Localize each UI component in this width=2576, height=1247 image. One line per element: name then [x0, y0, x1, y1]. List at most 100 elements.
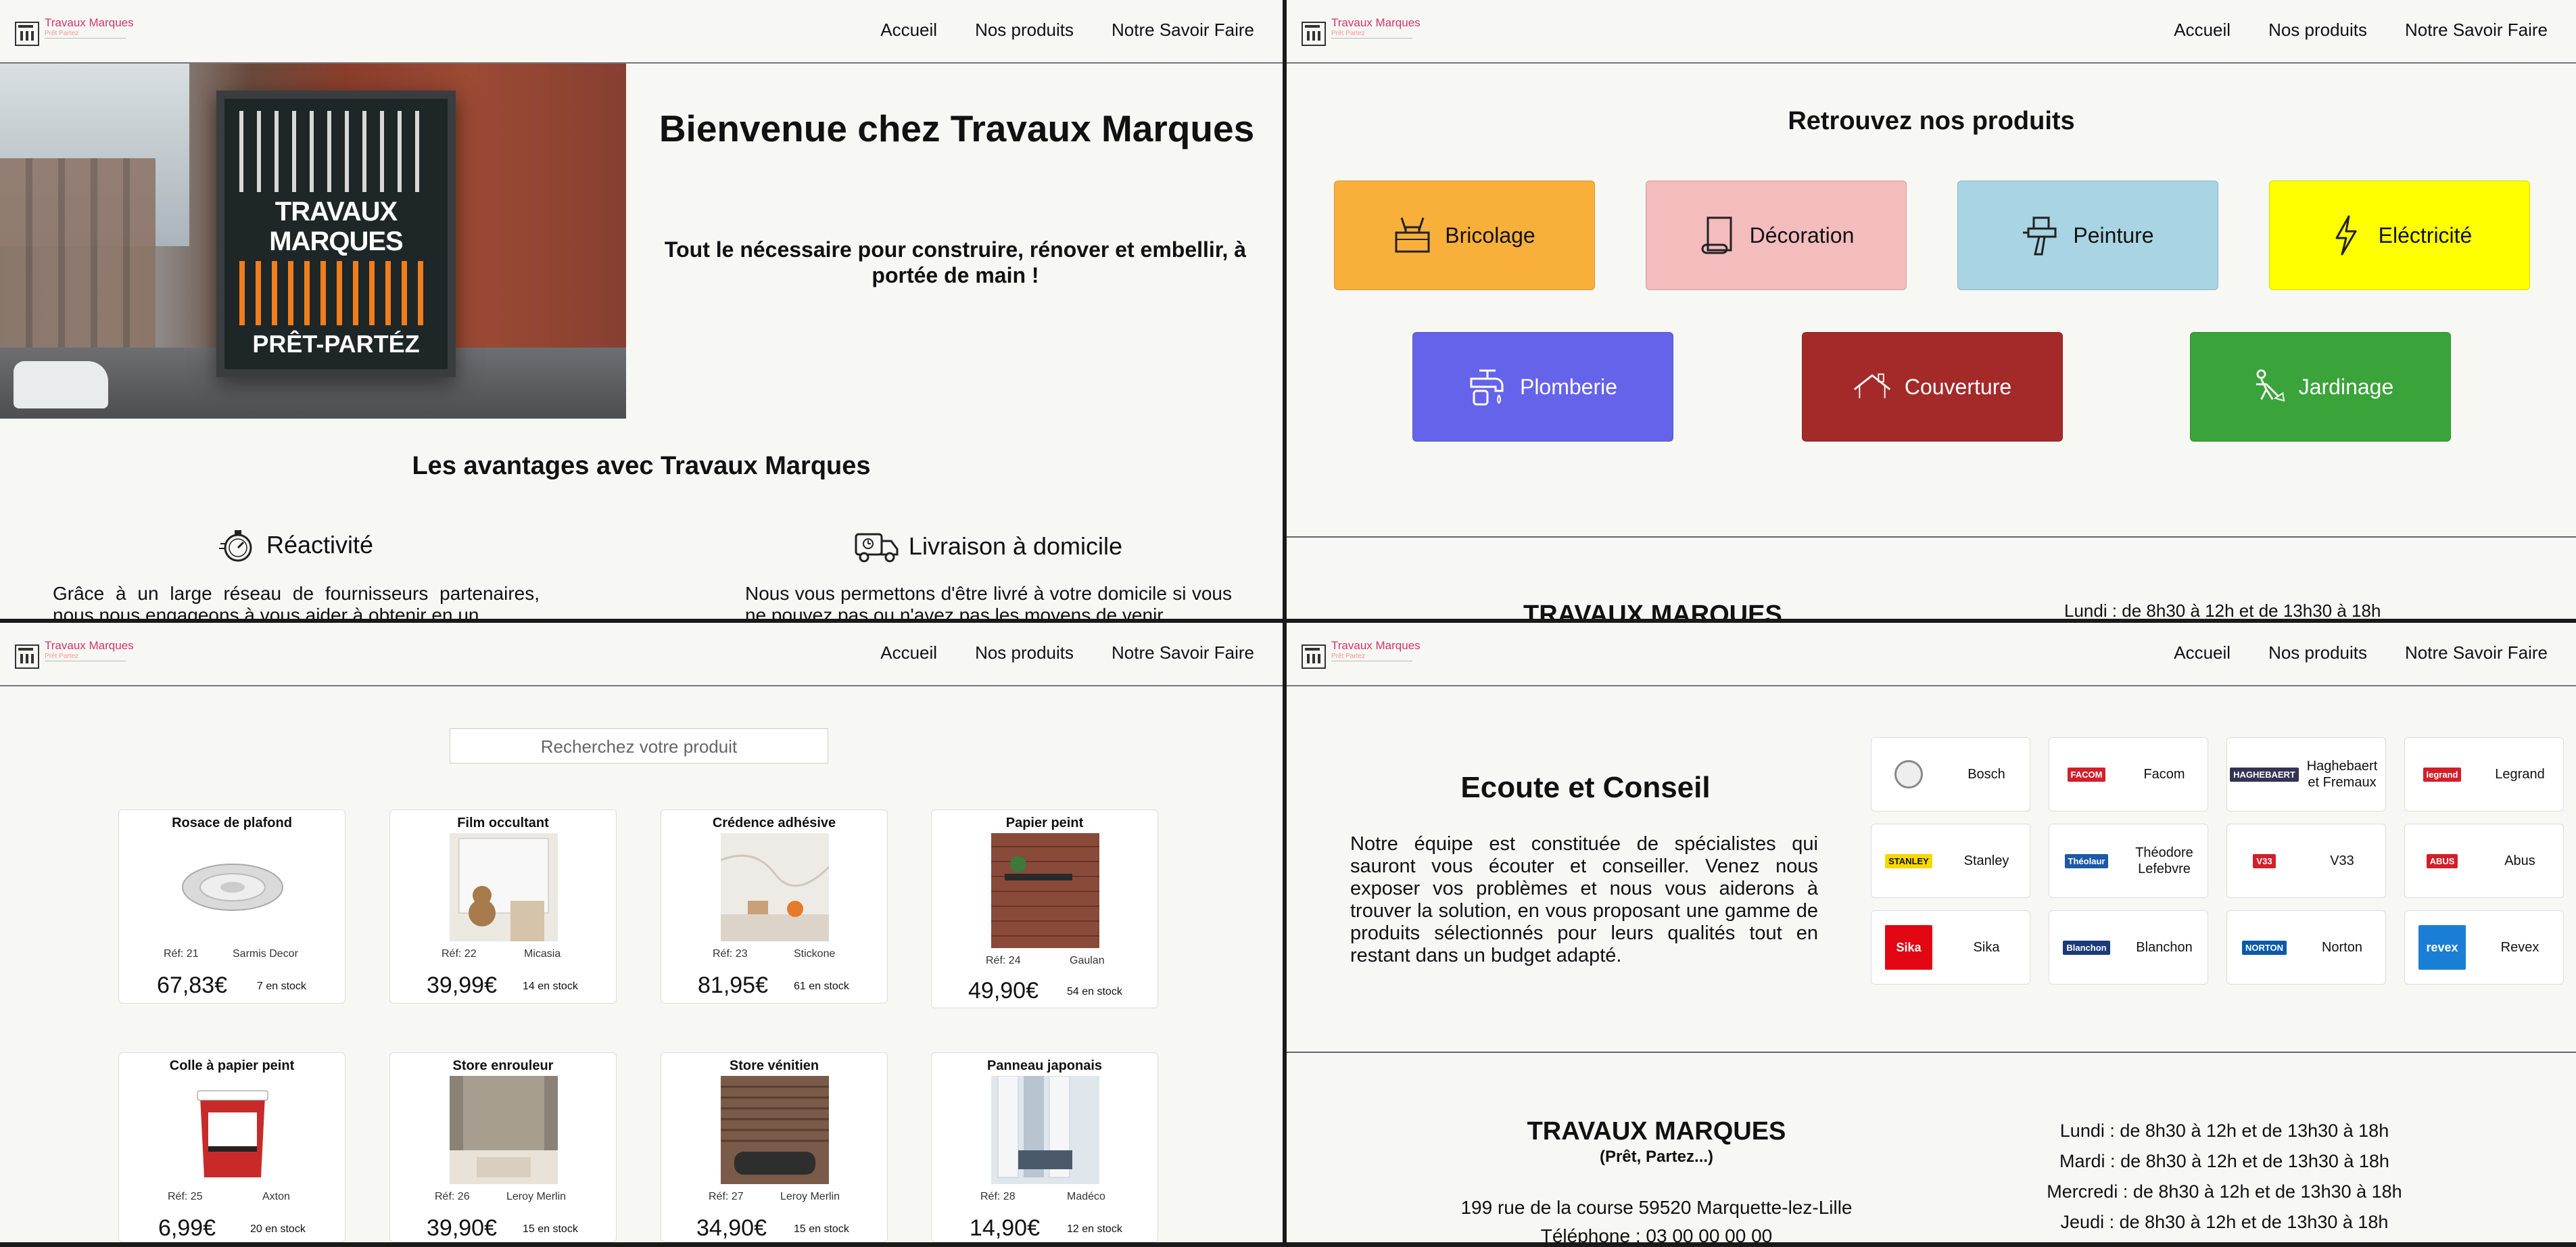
- roof-icon: [1853, 373, 1890, 398]
- nav-savoir-link[interactable]: Notre Savoir Faire: [2405, 642, 2548, 663]
- hero-image: TRAVAUX MARQUES PRÊT-PARTÉZ: [0, 64, 626, 419]
- nav-savoir-link[interactable]: Notre Savoir Faire: [1112, 642, 1254, 663]
- advantage-title: Livraison à domicile: [908, 532, 1123, 560]
- footer-divider: [1287, 1052, 2576, 1053]
- site-logo[interactable]: Travaux Marques Prêt Partez: [15, 16, 134, 49]
- nav-menu: Accueil Nos produits Notre Savoir Faire: [880, 20, 1254, 41]
- nav-products-link[interactable]: Nos produits: [2268, 20, 2367, 41]
- delivery-truck-icon: [855, 533, 899, 563]
- brand-card[interactable]: ABUS Abus: [2404, 824, 2564, 898]
- logo-tagline: Prêt Partez: [45, 30, 126, 39]
- brand-card[interactable]: V33 V33: [2226, 824, 2386, 898]
- brand-card[interactable]: NORTON Norton: [2226, 910, 2386, 985]
- product-card[interactable]: Colle à papier peint Réf: 25 Axton 6,99€…: [118, 1052, 345, 1242]
- brand-name: Norton: [2321, 940, 2363, 955]
- navbar: Travaux Marques Prêt Partez Accueil Nos …: [0, 623, 1283, 686]
- ecoute-text: Notre équipe est constituée de spécialis…: [1350, 833, 1818, 966]
- brand-name: Blanchon: [2136, 940, 2193, 955]
- product-brand: Stickone: [794, 948, 836, 960]
- site-logo[interactable]: Travaux Marques Prêt Partez: [15, 639, 134, 672]
- product-card[interactable]: Panneau japonais Réf: 28 Madéco 14,90€ 1…: [931, 1052, 1158, 1242]
- product-card[interactable]: Film occultant Réf: 22 Micasia 39,99€ 14…: [389, 809, 617, 1004]
- toolbox-logo-icon: [1302, 644, 1326, 669]
- product-price: 81,95€: [698, 972, 768, 998]
- brand-card[interactable]: revex Revex: [2404, 910, 2564, 985]
- brand-card[interactable]: STANLEY Stanley: [1871, 824, 2030, 898]
- site-logo[interactable]: Travaux Marques Prêt Partez: [1302, 16, 1421, 49]
- hero-sign-title: TRAVAUX MARQUES: [269, 197, 403, 256]
- product-brand: Micasia: [524, 948, 561, 960]
- brand-name: Abus: [2504, 853, 2535, 868]
- hero-buildings: [0, 158, 156, 361]
- brand-card[interactable]: FACOM Facom: [2049, 737, 2208, 811]
- product-image-film: [450, 833, 558, 941]
- category-label: Décoration: [1749, 222, 1855, 248]
- product-card[interactable]: Store enrouleur Réf: 26 Leroy Merlin 39,…: [389, 1052, 617, 1242]
- category-bricolage[interactable]: Bricolage: [1334, 181, 1595, 290]
- footer-divider: [1287, 536, 2576, 538]
- logo-text: Travaux Marques: [1331, 16, 1421, 29]
- product-brand: Madéco: [1067, 1191, 1105, 1202]
- product-image-store-enrouleur: [450, 1076, 558, 1184]
- nav-savoir-link[interactable]: Notre Savoir Faire: [2405, 20, 2548, 41]
- nav-savoir-link[interactable]: Notre Savoir Faire: [1112, 20, 1254, 41]
- nav-products-link[interactable]: Nos produits: [2268, 642, 2367, 663]
- brand-card[interactable]: Bosch: [1871, 737, 2030, 811]
- brand-card[interactable]: Blanchon Blanchon: [2049, 910, 2208, 985]
- category-label: Plomberie: [1519, 374, 1618, 399]
- stopwatch-icon: [218, 530, 252, 562]
- page-title: Bienvenue chez Travaux Marques: [659, 108, 1255, 149]
- product-price: 34,90€: [696, 1215, 767, 1241]
- advantage-text: Nous vous permettons d'être livré à votr…: [745, 583, 1232, 619]
- product-card[interactable]: Store vénitien Réf: 27 Leroy Merlin 34,9…: [661, 1052, 888, 1242]
- advantage-title: Réactivité: [266, 531, 374, 559]
- category-label: Peinture: [2073, 222, 2154, 248]
- product-stock: 54 en stock: [1067, 986, 1122, 997]
- category-plomberie[interactable]: Plomberie: [1412, 332, 1673, 442]
- advantage-text: Grâce à un large réseau de fournisseurs …: [53, 583, 540, 619]
- footer-phone: Téléphone : 03 00 00 00 00: [1540, 1225, 1773, 1246]
- brand-card[interactable]: Sika Sika: [1871, 910, 2030, 985]
- logo-tagline: Prêt Partez: [1331, 30, 1412, 39]
- site-logo[interactable]: Travaux Marques Prêt Partez: [1302, 639, 1421, 672]
- nav-menu: Accueil Nos produits Notre Savoir Faire: [2174, 20, 2548, 41]
- brand-card[interactable]: Théolaur Théodore Lefebvre: [2049, 824, 2208, 898]
- brand-card[interactable]: legrand Legrand: [2404, 737, 2564, 811]
- product-image-papier: [991, 833, 1099, 948]
- category-label: Couverture: [1904, 374, 2012, 399]
- hero-sign-footer: PRÊT-PARTÉZ: [252, 330, 420, 358]
- product-ref: Réf: 25: [168, 1191, 203, 1202]
- brand-logo-icon: Blanchon: [2049, 940, 2124, 955]
- category-couverture[interactable]: Couverture: [1802, 332, 2063, 442]
- product-stock: 61 en stock: [794, 981, 849, 992]
- product-image-colle: [197, 1090, 268, 1177]
- product-name: Store enrouleur: [452, 1058, 554, 1073]
- product-card[interactable]: Papier peint Réf: 24 Gaulan 49,90€ 54 en…: [931, 809, 1158, 1008]
- nav-products-link[interactable]: Nos produits: [975, 642, 1074, 663]
- category-peinture[interactable]: Peinture: [1957, 181, 2218, 290]
- product-name: Rosace de plafond: [172, 816, 292, 830]
- product-card[interactable]: Crédence adhésive Réf: 23 Stickone 81,95…: [661, 809, 888, 1004]
- product-brand: Gaulan: [1070, 955, 1105, 966]
- hours-line: Mercredi : de 8h30 à 12h et de 13h30 à 1…: [2047, 1181, 2402, 1202]
- nav-home-link[interactable]: Accueil: [880, 642, 937, 663]
- category-electricite[interactable]: Eléctricité: [2269, 181, 2530, 290]
- brand-card[interactable]: HAGHEBAERT Haghebaert et Fremaux: [2226, 737, 2386, 811]
- advantages-title: Les avantages avec Travaux Marques: [412, 452, 871, 480]
- product-image-store-venitien: [721, 1076, 829, 1184]
- product-card[interactable]: Rosace de plafond Réf: 21 Sarmis Decor 6…: [118, 809, 345, 1004]
- nav-products-link[interactable]: Nos produits: [975, 20, 1074, 41]
- nav-home-link[interactable]: Accueil: [880, 20, 937, 41]
- brand-logo-icon: revex: [2405, 925, 2479, 970]
- product-stock: 7 en stock: [257, 981, 306, 992]
- category-decoration[interactable]: Décoration: [1646, 181, 1907, 290]
- category-jardinage[interactable]: Jardinage: [2190, 332, 2451, 442]
- toolbox-logo-icon: [15, 22, 39, 46]
- brand-name: Haghebaert et Fremaux: [2306, 759, 2378, 790]
- nav-home-link[interactable]: Accueil: [2174, 642, 2231, 663]
- hours-line: Jeudi : de 8h30 à 12h et de 13h30 à 18h: [2060, 1212, 2389, 1232]
- footer-title: TRAVAUX MARQUES: [1523, 601, 1782, 619]
- search-input[interactable]: Recherchez votre produit: [450, 728, 828, 763]
- nav-home-link[interactable]: Accueil: [2174, 20, 2231, 41]
- product-brand: Sarmis Decor: [233, 948, 298, 960]
